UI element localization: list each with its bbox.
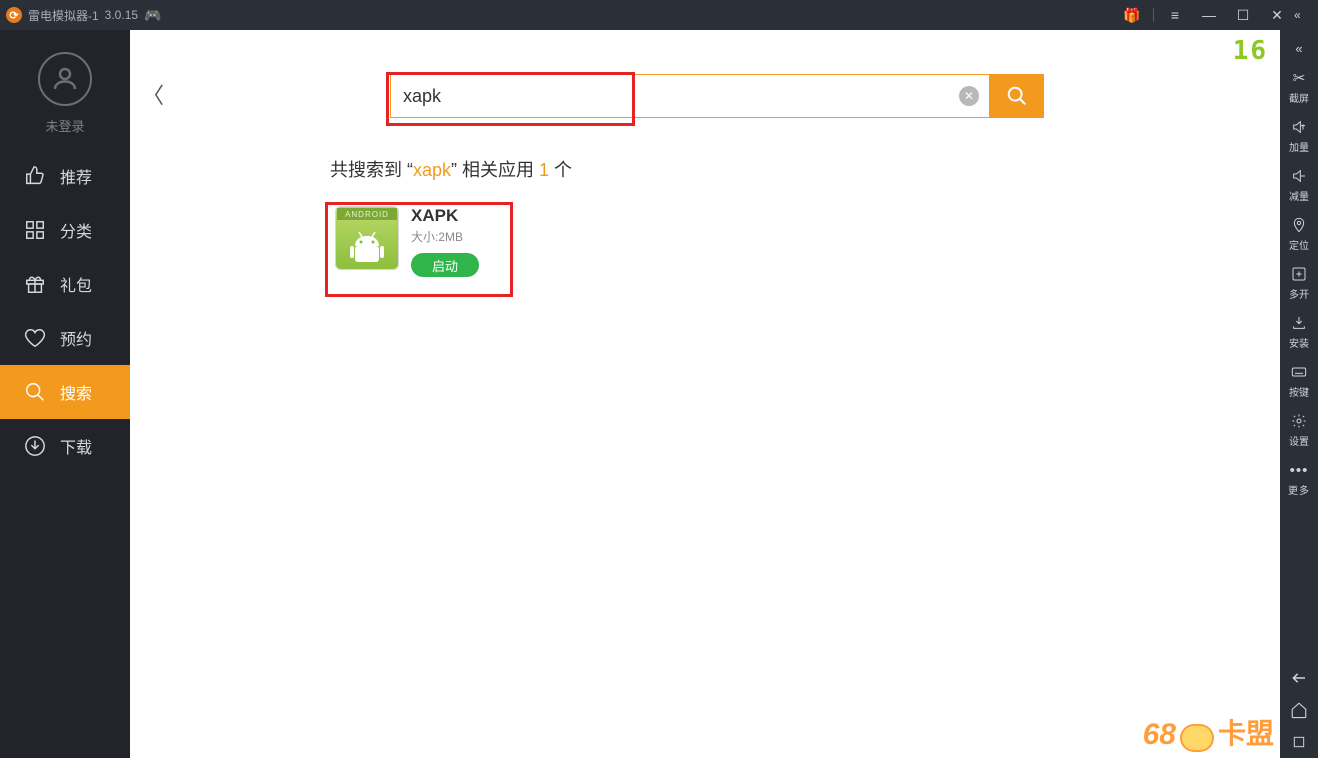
rb-keymap[interactable]: 按键 [1280,356,1318,405]
thumbs-up-icon [24,165,46,187]
nav-label: 搜索 [60,380,92,404]
nav-label: 推荐 [60,164,92,188]
rb-locate[interactable]: 定位 [1280,209,1318,258]
minimize-button[interactable]: — [1192,0,1226,30]
results-summary: 共搜索到 “xapk” 相关应用 1 个 [330,156,1280,182]
login-area[interactable]: 未登录 [0,30,130,149]
sidebar-item-download[interactable]: 下载 [0,419,130,473]
titlebar: ⟳ 雷电模拟器-1 3.0.15 🎮 🎁 ≡ — ☐ ✕ « [0,0,1318,30]
rb-screenshot[interactable]: ✂截屏 [1280,62,1318,111]
scissors-icon: ✂ [1293,68,1306,88]
collapse-right-icon[interactable]: « [1294,8,1312,22]
volume-down-icon [1291,166,1307,186]
home-icon [1290,700,1308,720]
search-input[interactable] [391,75,959,117]
nav-label: 预约 [60,326,92,350]
rb-recent[interactable] [1280,726,1318,758]
keyboard-icon [1291,362,1307,382]
collapse-toolbar-button[interactable]: « [1280,34,1318,62]
app-name: XAPK [411,206,479,226]
app-title: 雷电模拟器-1 [28,7,99,24]
download-icon [24,435,46,457]
search-button[interactable] [990,74,1044,118]
sidebar-item-category[interactable]: 分类 [0,203,130,257]
nav-label: 下载 [60,434,92,458]
menu-button[interactable]: ≡ [1158,0,1192,30]
volume-up-icon [1291,117,1307,137]
right-toolbar: « ✂截屏 加量 减量 定位 多开 安装 按键 设置 •••更多 [1280,30,1318,758]
apk-install-icon [1291,313,1307,333]
clear-search-button[interactable]: ✕ [959,86,979,106]
square-icon [1291,732,1307,752]
pin-icon [1291,215,1307,235]
app-version: 3.0.15 [105,8,138,22]
rb-more[interactable]: •••更多 [1280,454,1318,503]
search-box: ✕ [390,74,990,118]
nav-label: 分类 [60,218,92,242]
rb-volume-up[interactable]: 加量 [1280,111,1318,160]
sidebar-item-gift[interactable]: 礼包 [0,257,130,311]
rb-install[interactable]: 安装 [1280,307,1318,356]
gift-box-icon [24,273,46,295]
corner-badge: 16 [1233,36,1268,66]
android-robot-icon [346,226,388,266]
left-sidebar: 未登录 推荐 分类 礼包 预约 搜索 下载 [0,30,130,758]
watermark: 68 卡盟 [1143,712,1274,752]
sidebar-item-reserve[interactable]: 预约 [0,311,130,365]
gear-icon [1291,411,1307,431]
app-icon: ANDROID [335,206,399,270]
avatar-icon [38,52,92,106]
rb-multi[interactable]: 多开 [1280,258,1318,307]
maximize-button[interactable]: ☐ [1226,0,1260,30]
content-area: 〈 16 ✕ 共搜索到 “xapk” 相关应用 1 个 ANDROID [130,30,1280,758]
plus-box-icon [1291,264,1307,284]
back-button[interactable]: 〈 [142,78,164,110]
rb-back[interactable] [1280,662,1318,694]
rb-settings[interactable]: 设置 [1280,405,1318,454]
rb-volume-down[interactable]: 减量 [1280,160,1318,209]
back-arrow-icon [1290,668,1308,688]
sidebar-item-recommend[interactable]: 推荐 [0,149,130,203]
sidebar-item-search[interactable]: 搜索 [0,365,130,419]
brand-icon: ⟳ [6,7,22,23]
launch-button[interactable]: 启动 [411,253,479,277]
app-size: 大小:2MB [411,228,479,245]
close-button[interactable]: ✕ [1260,0,1294,30]
gift-icon[interactable]: 🎁 [1115,0,1149,30]
app-icon-tag: ANDROID [337,208,397,220]
gamepad-icon: 🎮 [144,7,161,24]
mascot-icon [1180,724,1214,752]
login-label: 未登录 [45,116,84,135]
dots-icon: ••• [1290,460,1309,480]
nav-label: 礼包 [60,272,92,296]
app-card[interactable]: ANDROID XAPK 大小:2MB 启动 [335,206,1280,277]
rb-home[interactable] [1280,694,1318,726]
grid-icon [24,219,46,241]
search-icon [24,381,46,403]
heart-icon [24,327,46,349]
